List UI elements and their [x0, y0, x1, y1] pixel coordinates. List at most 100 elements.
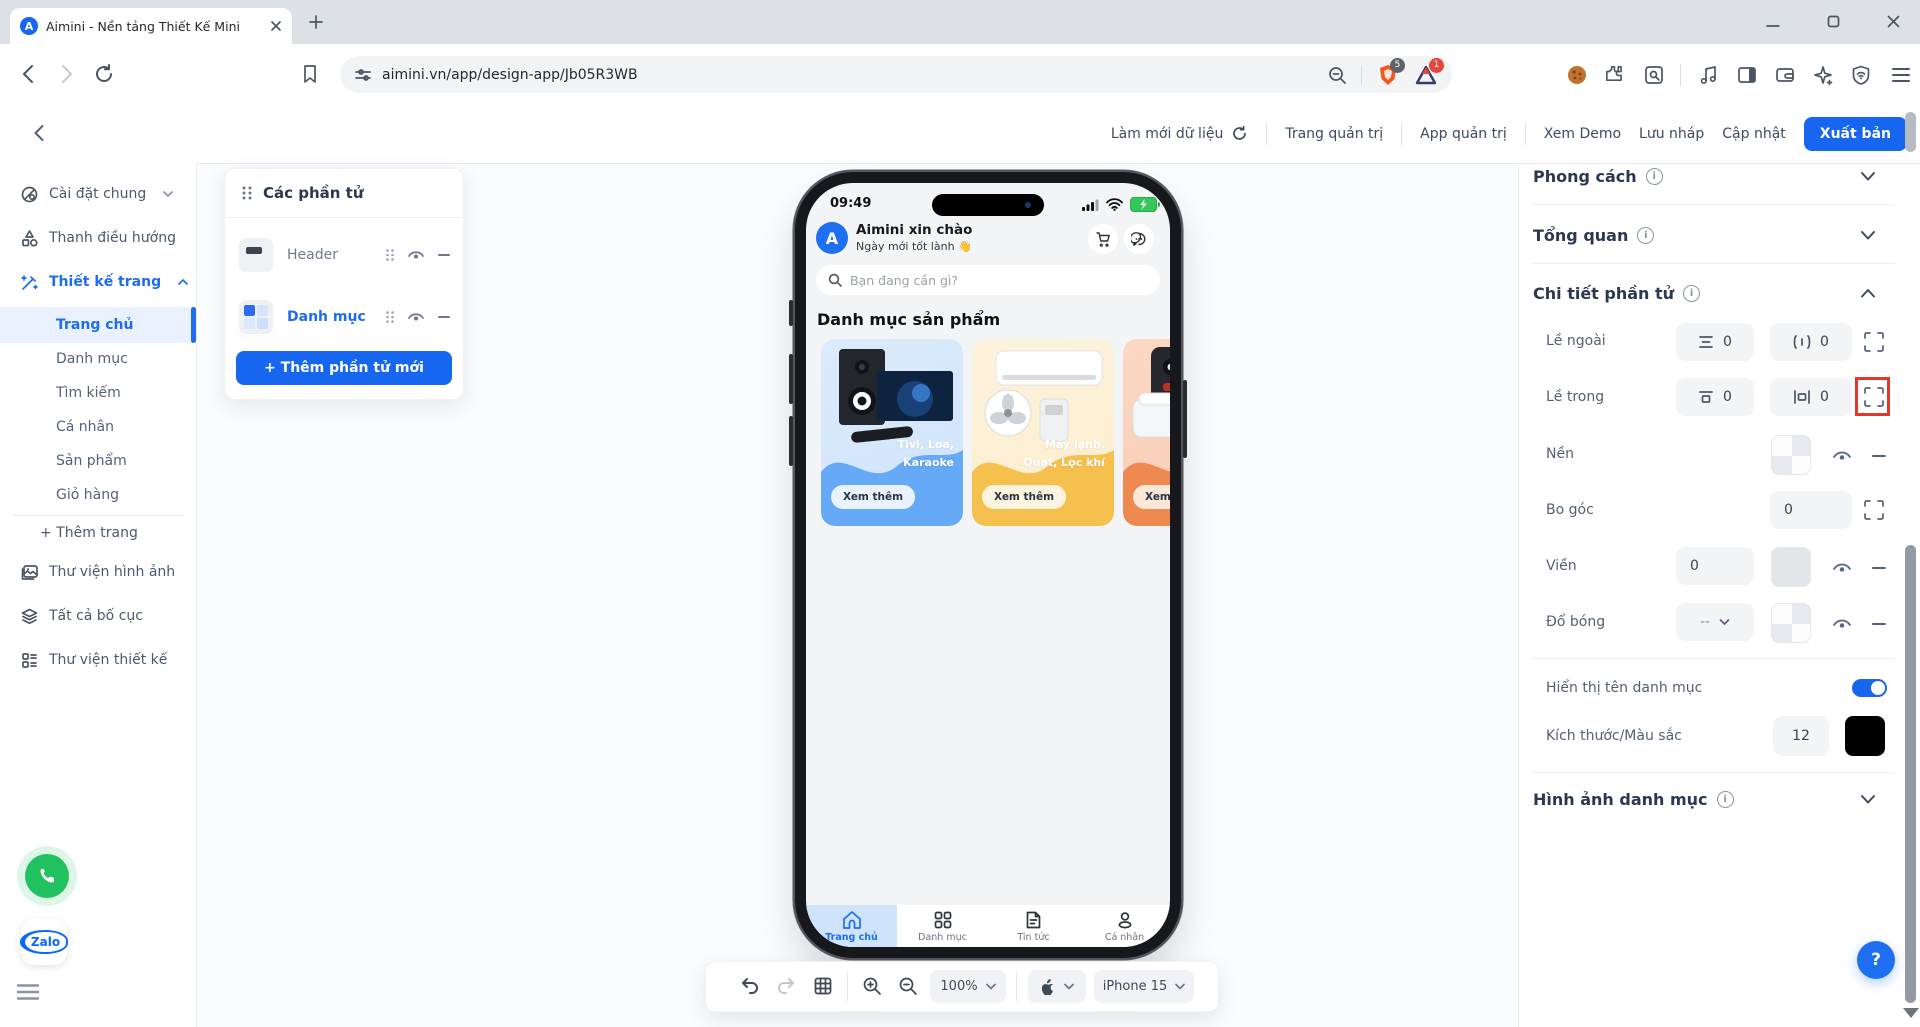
zoom-page-icon[interactable] [1327, 65, 1347, 85]
zoom-level-dropdown[interactable]: 100% [930, 970, 1006, 1003]
nav-item-home[interactable]: Trang chủ [806, 905, 897, 947]
sidebar-item-all-layouts[interactable]: Tất cả bố cục [0, 599, 196, 633]
window-maximize-icon[interactable] [1826, 14, 1841, 29]
save-draft-button[interactable]: Lưu nháp [1639, 126, 1704, 142]
chevron-up-icon[interactable] [1860, 288, 1876, 299]
sidebar-page-categories[interactable]: Danh mục [0, 342, 196, 376]
ai-sparkle-icon[interactable] [1812, 64, 1834, 86]
category-card[interactable]: Tivi, Loa, Karaoke Xem thêm [821, 339, 963, 526]
scrollbar-down-arrow[interactable] [1903, 1008, 1919, 1018]
wallet-icon[interactable] [1774, 64, 1796, 86]
zoom-in-icon[interactable] [862, 976, 882, 996]
bookmark-icon[interactable] [300, 63, 320, 85]
nav-item-news[interactable]: Tin tức [988, 905, 1079, 947]
text-color-swatch[interactable] [1845, 716, 1885, 756]
margin-vertical-input[interactable]: 0 [1676, 323, 1754, 361]
view-demo-link[interactable]: Xem Demo [1544, 126, 1621, 142]
nav-item-profile[interactable]: Cá nhân [1079, 905, 1170, 947]
admin-app-link[interactable]: App quản trị [1420, 126, 1507, 142]
update-button[interactable]: Cập nhật [1722, 126, 1786, 142]
sidebar-item-navigation-bar[interactable]: Thanh điều hướng [0, 221, 196, 255]
see-more-button[interactable]: Xem thêm [1133, 485, 1170, 509]
forward-icon[interactable] [55, 63, 77, 85]
drag-handle-icon[interactable] [385, 310, 395, 324]
back-icon[interactable] [18, 63, 40, 85]
show-category-name-toggle[interactable] [1852, 679, 1887, 697]
tab-close-icon[interactable] [270, 20, 282, 32]
sidebar-toggle-icon[interactable] [1736, 64, 1758, 86]
radius-expand-icon[interactable] [1863, 499, 1885, 521]
menu-icon[interactable] [1890, 65, 1912, 85]
window-minimize-icon[interactable] [1765, 15, 1781, 29]
cookie-icon[interactable] [1566, 64, 1588, 86]
sidebar-page-cart[interactable]: Giỏ hàng [0, 478, 196, 512]
new-tab-icon[interactable] [308, 14, 324, 30]
extensions-puzzle-icon[interactable] [1604, 64, 1626, 86]
phone-call-fab[interactable] [25, 854, 69, 898]
refresh-data-button[interactable]: Làm mới dữ liệu [1111, 125, 1249, 142]
visibility-eye-icon[interactable] [1832, 448, 1852, 463]
window-close-icon[interactable] [1886, 14, 1901, 29]
radius-input[interactable]: 0 [1770, 491, 1852, 529]
visibility-eye-icon[interactable] [407, 248, 425, 262]
triangle-extension-icon[interactable]: 1 [1414, 57, 1444, 87]
section-category-images[interactable]: Hình ảnh danh mục i [1533, 790, 1734, 809]
margin-expand-icon[interactable] [1863, 331, 1885, 353]
visibility-eye-icon[interactable] [1832, 560, 1852, 575]
add-page-button[interactable]: + Thêm trang [0, 516, 196, 550]
visibility-eye-icon[interactable] [407, 310, 425, 324]
url-bar[interactable]: aimini.vn/app/design-app/Jb05R3WB 5 1 [340, 56, 1452, 93]
see-more-button[interactable]: Xem thêm [982, 485, 1067, 509]
sidebar-page-home[interactable]: Trang chủ [0, 308, 196, 342]
search-box-icon[interactable] [1643, 64, 1665, 86]
site-settings-icon[interactable] [354, 66, 372, 84]
element-row-categories[interactable]: Danh mục [225, 291, 463, 343]
padding-horizontal-input[interactable]: 0 [1770, 378, 1852, 416]
scrollbar-top-piece[interactable] [1905, 112, 1916, 152]
undo-icon[interactable] [740, 976, 760, 996]
nav-item-categories[interactable]: Danh mục [897, 905, 988, 947]
sidebar-item-image-library[interactable]: Thư viện hình ảnh [0, 555, 196, 589]
sidebar-page-products[interactable]: Sản phẩm [0, 444, 196, 478]
remove-minus-icon[interactable] [437, 310, 451, 324]
device-selector-dropdown[interactable]: iPhone 15 [1094, 970, 1194, 1003]
remove-minus-icon[interactable] [1871, 448, 1887, 464]
border-color-swatch[interactable] [1771, 547, 1811, 587]
element-row-header[interactable]: Header [225, 229, 463, 281]
browser-tab[interactable]: A Aimini - Nền tảng Thiết Kế Mini [10, 8, 292, 44]
margin-horizontal-input[interactable]: 0 [1770, 323, 1852, 361]
see-more-button[interactable]: Xem thêm [831, 485, 916, 509]
app-back-icon[interactable] [30, 123, 50, 143]
help-button[interactable]: ? [1857, 941, 1895, 979]
padding-vertical-input[interactable]: 0 [1676, 378, 1754, 416]
remove-minus-icon[interactable] [437, 248, 451, 262]
os-selector-dropdown[interactable] [1028, 970, 1086, 1003]
sidebar-page-search[interactable]: Tìm kiếm [0, 376, 196, 410]
remove-minus-icon[interactable] [1871, 560, 1887, 576]
sidebar-menu-icon[interactable] [16, 983, 40, 1001]
zoom-out-icon[interactable] [898, 976, 918, 996]
url-text[interactable]: aimini.vn/app/design-app/Jb05R3WB [382, 67, 638, 83]
grid-view-icon[interactable] [813, 976, 833, 996]
section-element-detail[interactable]: Chi tiết phần tử i [1533, 284, 1701, 303]
chevron-down-icon[interactable] [1860, 230, 1876, 241]
sidebar-item-general-settings[interactable]: Cài đặt chung [0, 177, 196, 211]
chevron-down-icon[interactable] [1860, 171, 1876, 182]
drag-handle-icon[interactable] [241, 185, 253, 201]
scrollbar-thumb[interactable] [1905, 545, 1916, 1003]
admin-page-link[interactable]: Trang quản trị [1285, 126, 1383, 142]
drag-handle-icon[interactable] [385, 248, 395, 262]
section-style[interactable]: Phong cách i [1533, 167, 1663, 186]
zalo-widget[interactable]: Zalo [19, 919, 69, 965]
cart-button[interactable] [1088, 224, 1118, 254]
section-overview[interactable]: Tổng quan i [1533, 226, 1655, 245]
publish-button[interactable]: Xuất bản [1803, 116, 1907, 151]
shadow-dropdown[interactable]: -- [1676, 603, 1754, 641]
border-width-input[interactable]: 0 [1676, 547, 1754, 585]
chat-button[interactable] [1124, 224, 1154, 254]
vpn-shield-icon[interactable] [1850, 64, 1872, 86]
category-card[interactable]: Máy lạnh, Quạt, Lọc khí Xem thêm [972, 339, 1114, 526]
shadow-color-swatch[interactable] [1771, 603, 1811, 643]
category-card[interactable]: bếp, Xem thêm [1123, 339, 1170, 526]
chevron-down-icon[interactable] [1860, 794, 1876, 805]
